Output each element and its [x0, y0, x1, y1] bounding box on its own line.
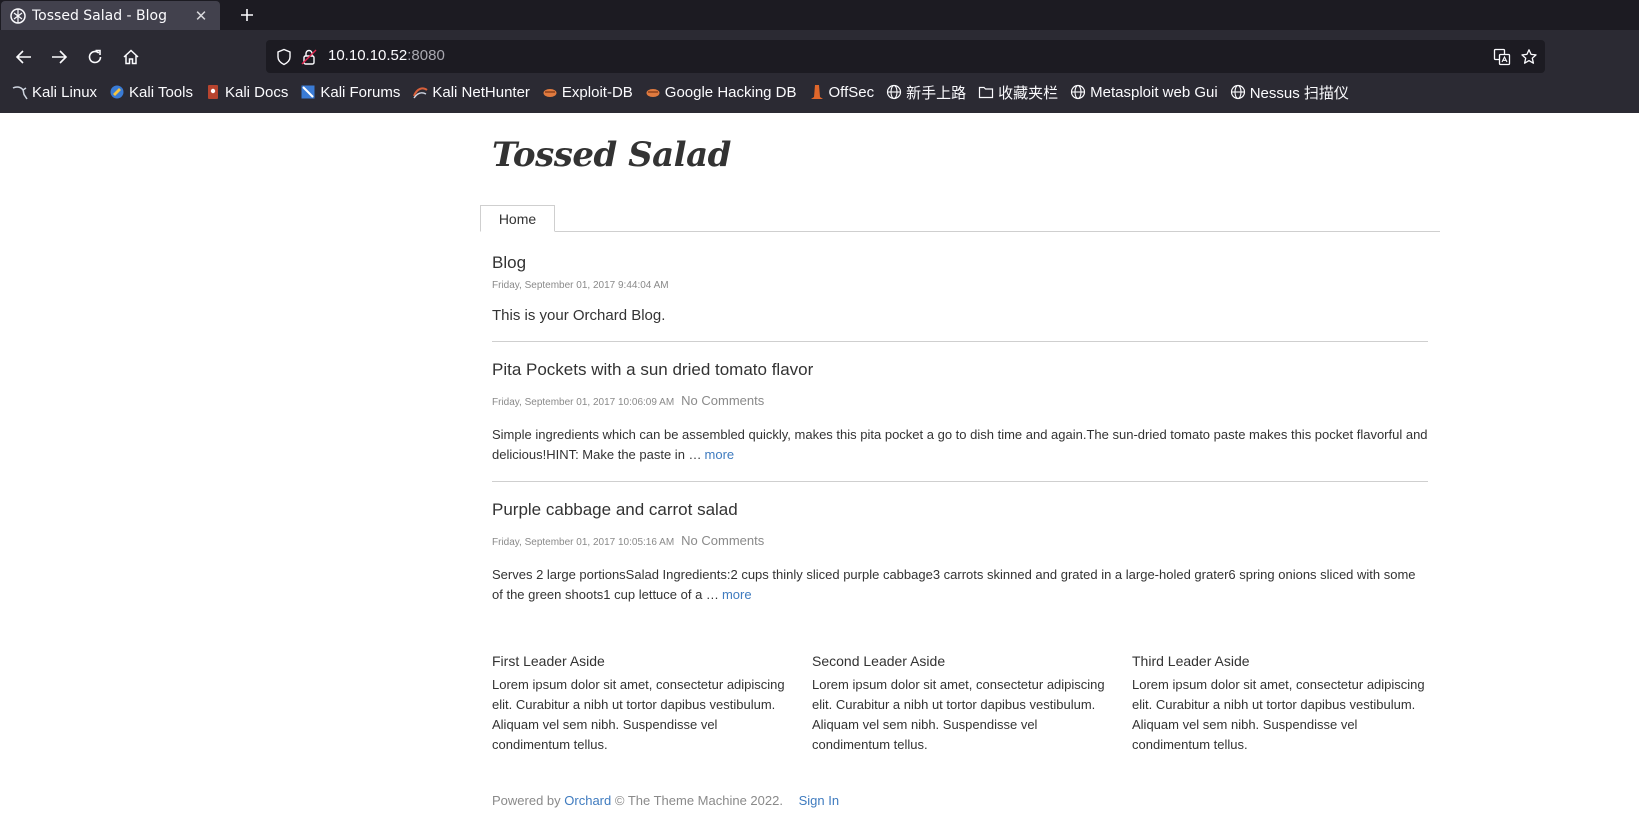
aside-title: First Leader Aside: [492, 653, 605, 669]
tracking-protection-shield-icon[interactable]: [275, 48, 293, 66]
bookmark-kali-tools[interactable]: Kali Tools: [103, 79, 199, 105]
site-title[interactable]: Tossed Salad: [492, 135, 731, 175]
reload-icon[interactable]: [80, 42, 110, 72]
orchard-favicon-icon: [10, 7, 26, 24]
aside-text: Lorem ipsum dolor sit amet, consectetur …: [1132, 677, 1425, 752]
bookmark-label: 收藏夹栏: [998, 84, 1059, 102]
post-summary-text: Serves 2 large portionsSalad Ingredients…: [492, 567, 1416, 602]
url-text[interactable]: 10.10.10.52:8080: [328, 47, 445, 64]
bookmark-exploit-db[interactable]: Exploit-DB: [536, 79, 639, 105]
bookmark-kali-nethunter[interactable]: Kali NetHunter: [406, 79, 536, 105]
bookmark-nessus[interactable]: Nessus 扫描仪: [1224, 79, 1355, 105]
exploit-db-icon: [542, 84, 558, 100]
aside-third: Third Leader Aside Lorem ipsum dolor sit…: [1132, 653, 1432, 755]
read-more-link[interactable]: more: [722, 587, 752, 602]
bookmark-label: Kali Tools: [129, 83, 193, 101]
bookmark-star-icon[interactable]: [1520, 48, 1538, 66]
tab-close-icon[interactable]: ✕: [192, 7, 210, 25]
tab-strip: Tossed Salad - Blog ✕: [0, 0, 1639, 30]
bookmark-label: Google Hacking DB: [664, 83, 797, 101]
bookmark-xinshou[interactable]: 新手上路: [880, 79, 972, 105]
bookmark-offsec[interactable]: OffSec: [803, 79, 881, 105]
blog-date: Friday, September 01, 2017 9:44:04 AM: [492, 280, 669, 291]
post-meta: Friday, September 01, 2017 10:06:09 AM N…: [492, 393, 764, 408]
globe-icon: [886, 84, 902, 100]
aside-first: First Leader Aside Lorem ipsum dolor sit…: [492, 653, 792, 755]
menu-item-home[interactable]: Home: [480, 205, 555, 232]
divider: [492, 481, 1428, 482]
blog-description: This is your Orchard Blog.: [492, 307, 666, 324]
orchard-link[interactable]: Orchard: [564, 793, 611, 808]
kali-forums-icon: [300, 84, 316, 100]
ghdb-icon: [645, 84, 661, 100]
bookmark-label: 新手上路: [906, 84, 967, 102]
post-summary-text: Simple ingredients which can be assemble…: [492, 427, 1428, 462]
bookmark-kali-linux[interactable]: Kali Linux: [6, 79, 103, 105]
post-summary: Simple ingredients which can be assemble…: [492, 425, 1428, 465]
post-comments-count: No Comments: [681, 393, 765, 408]
kali-docs-icon: [205, 84, 221, 100]
url-host: 10.10.10.52: [328, 47, 408, 64]
bookmark-label: OffSec: [828, 83, 875, 101]
post-date: Friday, September 01, 2017 10:05:16 AM: [492, 537, 675, 548]
bookmark-label: Kali Forums: [320, 83, 401, 101]
bookmark-label: Metasploit web Gui: [1090, 83, 1218, 101]
post-comments-count: No Comments: [681, 533, 765, 548]
divider: [492, 341, 1428, 342]
bookmark-kali-forums[interactable]: Kali Forums: [294, 79, 406, 105]
navigation-toolbar: 10.10.10.52:8080 Kali Linux Kali Tools K…: [0, 30, 1639, 113]
bookmark-metasploit[interactable]: Metasploit web Gui: [1064, 79, 1224, 105]
post-title-link[interactable]: Pita Pockets with a sun dried tomato fla…: [492, 360, 813, 380]
folder-icon: [978, 84, 994, 100]
bookmark-kali-docs[interactable]: Kali Docs: [199, 79, 294, 105]
forward-arrow-icon[interactable]: [44, 42, 74, 72]
bookmark-label: Kali Docs: [224, 83, 289, 101]
kali-nethunter-icon: [412, 84, 428, 100]
aside-second: Second Leader Aside Lorem ipsum dolor si…: [812, 653, 1112, 755]
insecure-lock-icon[interactable]: [300, 48, 318, 66]
url-port: :8080: [407, 47, 445, 64]
bookmarks-toolbar: Kali Linux Kali Tools Kali Docs Kali For…: [6, 78, 1355, 106]
offsec-icon: [809, 84, 825, 100]
bookmark-label: Kali NetHunter: [432, 83, 530, 101]
main-menu: Home: [480, 205, 1440, 232]
home-icon[interactable]: [116, 42, 146, 72]
bookmark-label: Kali Linux: [32, 83, 98, 101]
kali-tools-icon: [109, 84, 125, 100]
footer-copyright: © The Theme Machine 2022.: [614, 793, 783, 808]
address-bar[interactable]: 10.10.10.52:8080: [266, 40, 1545, 73]
bookmark-folder-favorites[interactable]: 收藏夹栏: [972, 79, 1064, 105]
browser-tab-active[interactable]: Tossed Salad - Blog ✕: [1, 1, 220, 30]
post-date: Friday, September 01, 2017 10:06:09 AM: [492, 397, 675, 408]
post-meta: Friday, September 01, 2017 10:05:16 AM N…: [492, 533, 764, 548]
aside-title: Third Leader Aside: [1132, 653, 1250, 669]
bookmark-label: Nessus 扫描仪: [1249, 84, 1349, 102]
post-summary: Serves 2 large portionsSalad Ingredients…: [492, 565, 1428, 605]
read-more-link[interactable]: more: [705, 447, 735, 462]
globe-icon: [1070, 84, 1086, 100]
footer: Powered by Orchard © The Theme Machine 2…: [492, 793, 839, 808]
aside-title: Second Leader Aside: [812, 653, 946, 669]
web-page: Tossed Salad Home Blog Friday, September…: [0, 113, 1639, 839]
bookmark-label: Exploit-DB: [561, 83, 633, 101]
tab-title: Tossed Salad - Blog: [32, 7, 167, 24]
footer-powered-by: Powered by: [492, 793, 561, 808]
globe-icon: [1230, 84, 1246, 100]
sign-in-link[interactable]: Sign In: [799, 793, 839, 808]
translate-icon[interactable]: [1493, 48, 1511, 66]
aside-text: Lorem ipsum dolor sit amet, consectetur …: [492, 677, 785, 752]
blog-title: Blog: [492, 253, 527, 272]
aside-text: Lorem ipsum dolor sit amet, consectetur …: [812, 677, 1105, 752]
post-title-link[interactable]: Purple cabbage and carrot salad: [492, 500, 738, 520]
back-arrow-icon[interactable]: [9, 42, 39, 72]
new-tab-icon[interactable]: [236, 4, 258, 26]
kali-dragon-icon: [12, 84, 28, 100]
bookmark-google-hacking-db[interactable]: Google Hacking DB: [639, 79, 803, 105]
